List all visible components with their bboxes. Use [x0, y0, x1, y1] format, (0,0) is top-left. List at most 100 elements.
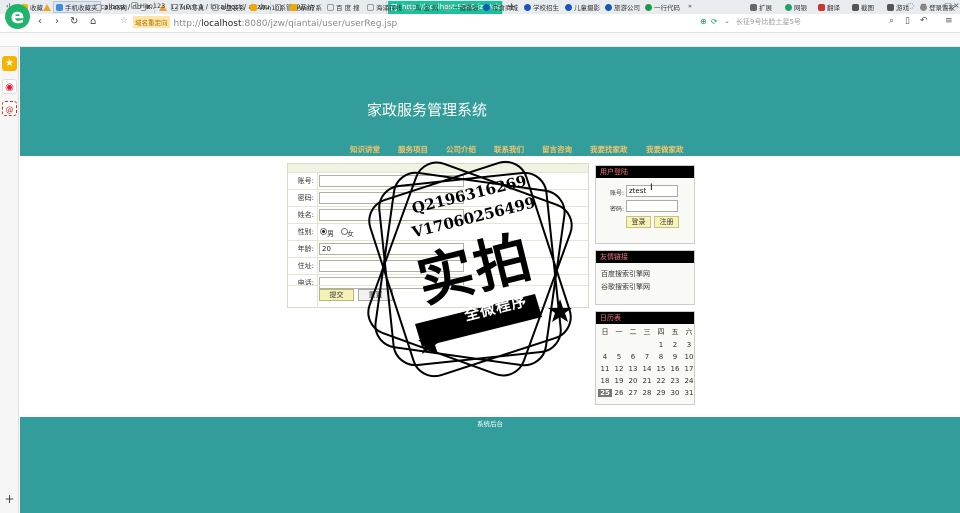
calendar-day[interactable]: 12: [612, 365, 626, 373]
calendar-day[interactable]: 29: [654, 389, 668, 397]
home-icon[interactable]: ⌂: [90, 16, 96, 27]
calendar-day[interactable]: 14: [640, 365, 654, 373]
calendar-day[interactable]: 28: [640, 389, 654, 397]
bookmark-haiyong[interactable]: 海涌在线: [367, 2, 402, 12]
calendar-day[interactable]: 13: [626, 365, 640, 373]
link-baidu[interactable]: 百度搜索引擎网: [601, 269, 650, 279]
bookmark-taobao[interactable]: 淘 宝 网: [406, 2, 439, 12]
bookmarks-more-icon[interactable]: »: [688, 2, 692, 10]
toolbar-screenshot[interactable]: 截图: [852, 2, 874, 12]
dropdown-icon[interactable]: ⌄: [724, 17, 730, 25]
calendar-day[interactable]: 26: [612, 389, 626, 397]
calendar-day[interactable]: 16: [668, 365, 682, 373]
calendar-day[interactable]: 3: [682, 341, 696, 349]
bookmark-mobile[interactable]: 手机收藏夹: [53, 1, 101, 13]
calendar-day[interactable]: 8: [654, 353, 668, 361]
calendar-day[interactable]: 23: [668, 377, 682, 385]
bookmark-baidu[interactable]: 百 度 搜: [327, 2, 360, 12]
bookmark-school[interactable]: 学校招生: [524, 2, 559, 12]
calendar-day[interactable]: 20: [626, 377, 640, 385]
add-sidebar-icon[interactable]: +: [2, 492, 17, 507]
bookmark-usb[interactable]: U盘装系: [212, 2, 245, 12]
calendar-day[interactable]: 15: [654, 365, 668, 373]
bookmark-win10[interactable]: Win10系: [250, 2, 286, 12]
nav-find-housekeeper[interactable]: 我要找家政: [590, 144, 628, 155]
calendar-day[interactable]: 30: [668, 389, 682, 397]
address-bar[interactable]: 域名重定向 http://localhost:8080/jzw/qiantai/u…: [133, 16, 693, 30]
calendar-weekday: 一: [615, 328, 623, 336]
bookmark-photo[interactable]: 儿童摄影: [565, 2, 600, 12]
bookmark-travel[interactable]: 旅游公司: [605, 2, 640, 12]
nav-services[interactable]: 服务项目: [398, 144, 428, 155]
login-password-input[interactable]: [626, 200, 678, 212]
bookmark-2345[interactable]: 2345网: [95, 2, 127, 12]
toolbar-games[interactable]: 游戏: [887, 2, 909, 12]
calendar-day[interactable]: 5: [612, 353, 626, 361]
app-icon[interactable]: @: [2, 101, 17, 116]
page-icon: [212, 4, 219, 11]
name-label: 姓名:: [288, 207, 318, 223]
site-header: 家政服务管理系统 知识讲堂 服务项目 公司介绍 联系我们 留言咨询 我要找家政 …: [20, 47, 960, 156]
calendar-day[interactable]: 17: [682, 365, 696, 373]
page-icon: [95, 4, 102, 11]
bookmark-hao123[interactable]: Hao123: [131, 2, 165, 10]
nav-message[interactable]: 留言咨询: [542, 144, 572, 155]
search-icon[interactable]: ⌕: [889, 16, 894, 26]
undo-icon[interactable]: ↶: [920, 16, 928, 26]
calendar-day[interactable]: 22: [654, 377, 668, 385]
calendar-today[interactable]: 25: [598, 389, 612, 397]
link-google[interactable]: 谷歌搜索引擎网: [601, 282, 650, 292]
calendar-day[interactable]: 7: [640, 353, 654, 361]
bookmark-mm[interactable]: MM写真: [171, 2, 204, 12]
account-input[interactable]: [319, 175, 464, 187]
calendar-day[interactable]: 31: [682, 389, 696, 397]
security-icon[interactable]: ⊕: [700, 17, 707, 26]
bookmark-reinstall[interactable]: 一键重装: [444, 2, 479, 12]
register-button[interactable]: 注册: [654, 216, 679, 228]
login-button[interactable]: 登录: [626, 216, 651, 228]
calendar-day[interactable]: 11: [598, 365, 612, 373]
nav-about[interactable]: 公司介绍: [446, 144, 476, 155]
toolbar-bank[interactable]: 网银: [785, 2, 807, 12]
calendar-day[interactable]: 1: [654, 341, 668, 349]
bookmark-code[interactable]: 一行代码: [645, 2, 680, 12]
search-input[interactable]: 长征9号比脸土星5号: [736, 17, 856, 29]
mobile-icon[interactable]: ▯: [905, 16, 910, 26]
page-icon: [171, 4, 178, 11]
calendar-day[interactable]: 24: [682, 377, 696, 385]
calendar-day[interactable]: 6: [626, 353, 640, 361]
gender-male-radio[interactable]: [320, 228, 327, 235]
bookmark-snacks[interactable]: 零食商城: [483, 2, 518, 12]
page-icon: [327, 4, 334, 11]
buttons-label-cell: [288, 286, 318, 308]
weibo-icon[interactable]: ◉: [2, 79, 17, 94]
page-icon: [444, 4, 451, 11]
calendar-day[interactable]: 21: [640, 377, 654, 385]
speed-icon[interactable]: ⟳: [711, 17, 718, 26]
back-icon[interactable]: ‹: [38, 16, 42, 27]
calendar-day[interactable]: 18: [598, 377, 612, 385]
site-footer: 系统后台: [20, 417, 960, 513]
nav-contact[interactable]: 联系我们: [494, 144, 524, 155]
admin-link[interactable]: 系统后台: [20, 418, 960, 428]
nav-be-housekeeper[interactable]: 我要做家政: [646, 144, 684, 155]
calendar-day[interactable]: 9: [668, 353, 682, 361]
calendar-day[interactable]: 2: [668, 341, 682, 349]
calendar-day[interactable]: 10: [682, 353, 696, 361]
reset-button[interactable]: 重置: [358, 289, 393, 301]
bookmark-win7[interactable]: Win7系: [290, 2, 322, 12]
refresh-icon[interactable]: ↻: [70, 16, 78, 27]
toolbar-translate[interactable]: 翻译: [818, 2, 840, 12]
bookmark-star-icon[interactable]: ☆: [120, 16, 128, 26]
calendar-day[interactable]: 27: [626, 389, 640, 397]
calendar-day[interactable]: 4: [598, 353, 612, 361]
calendar-day[interactable]: 19: [612, 377, 626, 385]
forward-icon[interactable]: ›: [55, 16, 59, 27]
toolbar-login[interactable]: 登录管家: [920, 2, 955, 12]
main-menu-icon[interactable]: ≡: [945, 16, 953, 26]
nav-knowledge[interactable]: 知识讲堂: [350, 144, 380, 155]
toolbar-extensions[interactable]: 扩展: [750, 2, 772, 12]
calendar-weekday: 二: [629, 328, 637, 336]
favorites-icon[interactable]: ★: [2, 56, 17, 71]
submit-button[interactable]: 提交: [319, 289, 354, 301]
